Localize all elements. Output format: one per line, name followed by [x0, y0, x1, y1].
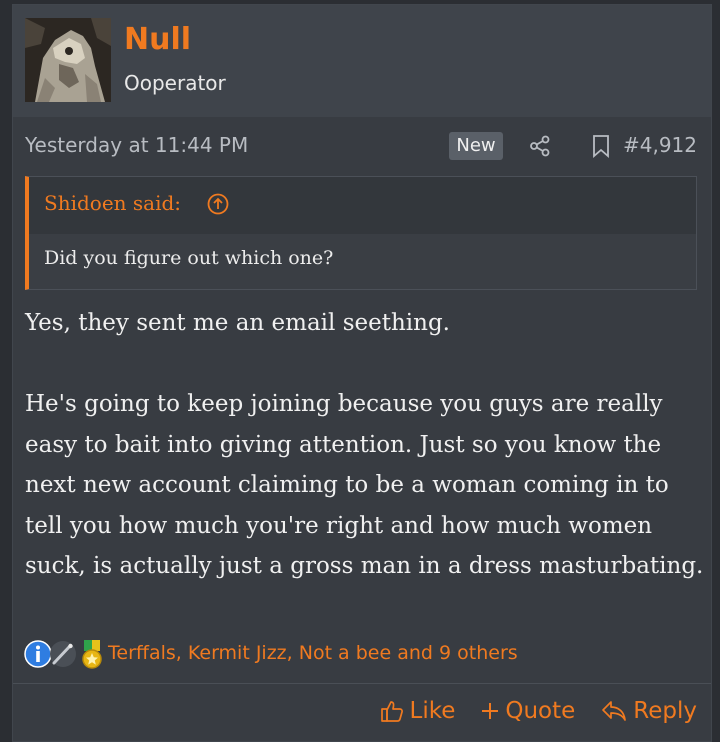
- needle-icon: [50, 641, 76, 667]
- quote-button[interactable]: Quote: [481, 698, 575, 724]
- message-body: Yes, they sent me an email seething. He'…: [25, 303, 705, 587]
- post-timestamp[interactable]: Yesterday at 11:44 PM: [25, 133, 248, 157]
- new-badge: New: [449, 132, 503, 160]
- plus-icon: [481, 702, 499, 720]
- reaction-icons[interactable]: [23, 639, 103, 669]
- quote-text: Did you figure out which one?: [44, 247, 334, 269]
- reactions-bar: Terffals, Kermit Jizz, Not a bee and 9 o…: [23, 637, 703, 671]
- username[interactable]: Null: [124, 22, 191, 57]
- like-button[interactable]: Like: [380, 698, 456, 724]
- user-header: Null Ooperator: [13, 5, 711, 117]
- arrow-up-circle-icon[interactable]: [207, 193, 229, 215]
- bookmark-icon[interactable]: [591, 134, 611, 158]
- like-label: Like: [409, 698, 456, 724]
- avatar[interactable]: [25, 18, 111, 102]
- post-number[interactable]: #4,912: [623, 133, 697, 157]
- post-actions: Like Quote Reply: [380, 691, 697, 731]
- reply-button[interactable]: Reply: [601, 698, 697, 724]
- post-meta: Yesterday at 11:44 PM New #4,912: [25, 130, 697, 164]
- reaction-users[interactable]: Terffals, Kermit Jizz, Not a bee and 9 o…: [108, 642, 518, 664]
- share-icon[interactable]: [529, 135, 551, 157]
- message-paragraph: He's going to keep joining because you g…: [25, 391, 704, 579]
- quote-author[interactable]: Shidoen said:: [44, 191, 181, 215]
- informative-icon: [24, 640, 52, 668]
- footer-divider: [13, 683, 711, 684]
- reply-arrow-icon: [601, 700, 627, 722]
- quote-header: Shidoen said:: [29, 177, 696, 234]
- quote-label: Quote: [505, 698, 576, 724]
- post: Null Ooperator Yesterday at 11:44 PM New…: [12, 4, 712, 742]
- user-title: Ooperator: [124, 71, 226, 95]
- medal-icon: [82, 640, 102, 669]
- message-paragraph: Yes, they sent me an email seething.: [25, 310, 450, 336]
- thumbs-up-icon: [380, 699, 404, 723]
- quote-block: Shidoen said: Did you figure out which o…: [25, 176, 697, 290]
- reply-label: Reply: [633, 698, 697, 724]
